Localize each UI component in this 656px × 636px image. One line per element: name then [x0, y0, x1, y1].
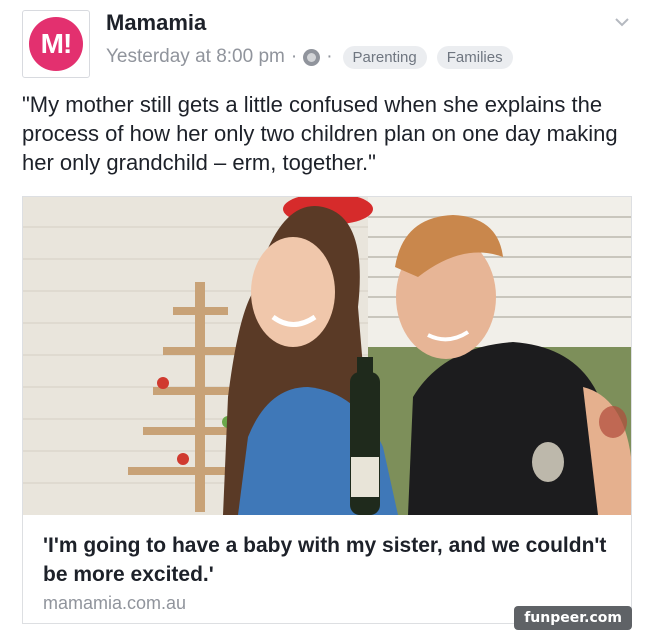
preview-photo-illustration	[23, 197, 631, 515]
post-caption: "My mother still gets a little confused …	[22, 92, 618, 175]
link-preview-image[interactable]	[23, 197, 631, 515]
watermark: funpeer.com	[514, 606, 632, 630]
chevron-down-icon[interactable]	[614, 14, 630, 30]
tag-families[interactable]: Families	[436, 45, 513, 69]
logo-text: M!	[40, 28, 73, 59]
page-name-link[interactable]: Mamamia	[106, 10, 206, 36]
facebook-post: M! Mamamia Yesterday at 8:00 pm · · Pare…	[0, 0, 656, 636]
meta-separator: ·	[326, 46, 333, 67]
link-domain: mamamia.com.au	[43, 593, 187, 613]
link-title[interactable]: 'I'm going to have a baby with my sister…	[43, 531, 613, 589]
page-avatar[interactable]: M!	[22, 10, 90, 78]
globe-icon[interactable]	[303, 48, 321, 66]
post-timestamp[interactable]: Yesterday at 8:00 pm	[106, 46, 285, 68]
mamamia-logo: M!	[29, 17, 83, 71]
link-preview-card[interactable]: 'I'm going to have a baby with my sister…	[22, 196, 632, 624]
tag-parenting[interactable]: Parenting	[342, 45, 427, 69]
meta-separator: ·	[290, 46, 298, 67]
post-meta: Yesterday at 8:00 pm · · Parenting Famil…	[106, 42, 513, 72]
